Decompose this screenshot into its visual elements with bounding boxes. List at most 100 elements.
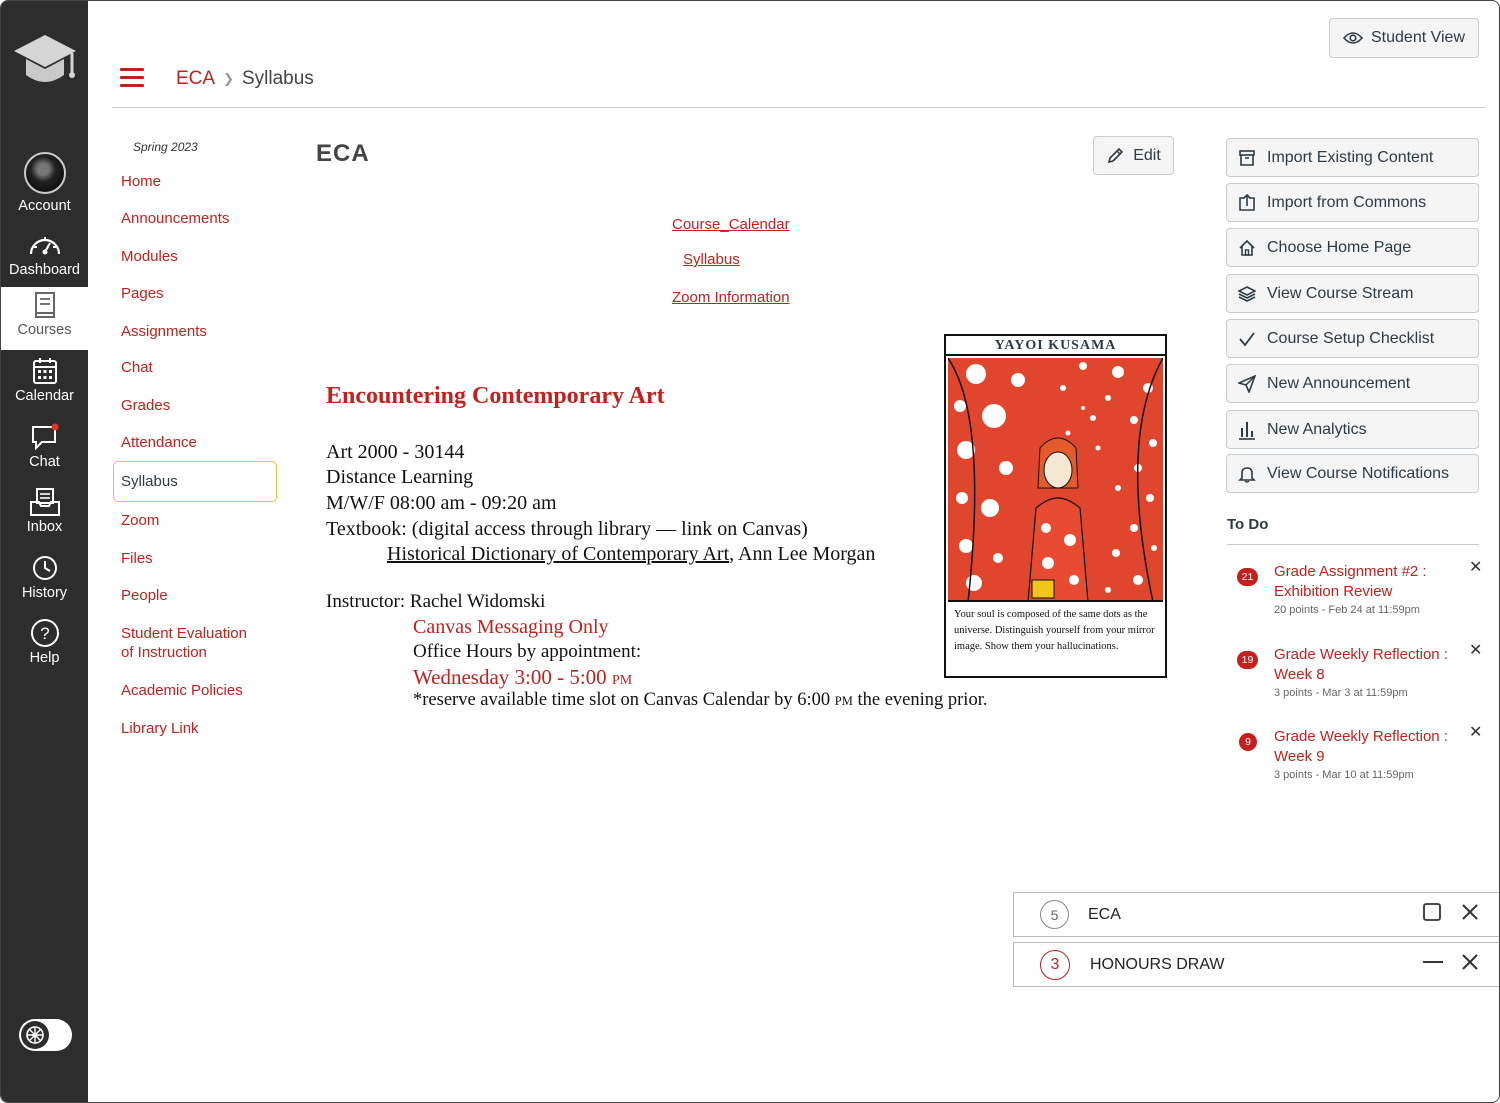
kusama-poster-image: YAYOI KUSAMA Your soul is composed of th… — [944, 334, 1167, 678]
nav-chat[interactable]: Chat — [1, 423, 88, 487]
nav-calendar[interactable]: Calendar — [1, 357, 88, 421]
page-title: ECA — [316, 140, 370, 167]
course-nav-announcements[interactable]: Announcements — [121, 209, 229, 228]
stream-icon — [1227, 285, 1267, 303]
todo-dismiss-close-icon[interactable]: ✕ — [1469, 557, 1482, 577]
breadcrumb: ECA ❯ Syllabus — [176, 68, 314, 90]
course-nav-assignments[interactable]: Assignments — [121, 322, 207, 341]
floating-panel-eca[interactable]: 5 ECA — [1013, 892, 1499, 937]
view-course-stream-button[interactable]: View Course Stream — [1226, 274, 1479, 313]
bell-icon — [1227, 465, 1267, 483]
course-nav-library-link[interactable]: Library Link — [121, 719, 199, 738]
todo-heading: To Do — [1227, 516, 1269, 533]
course-nav-grades[interactable]: Grades — [121, 396, 170, 415]
course-nav-zoom[interactable]: Zoom — [121, 511, 159, 530]
todo-title-link[interactable]: Grade Weekly Reflection : Week 8 — [1274, 645, 1464, 685]
send-icon — [1227, 374, 1267, 393]
course-nav-student-evaluation[interactable]: Student Evaluation of Instruction — [121, 624, 261, 662]
maximize-icon[interactable] — [1422, 902, 1442, 927]
course-nav-pages[interactable]: Pages — [121, 284, 164, 303]
todo-count-badge: 9 — [1239, 733, 1257, 751]
reserve-note-pm: PM — [834, 694, 853, 708]
zoom-information-link[interactable]: Zoom Information — [672, 289, 790, 306]
minimize-icon[interactable] — [1422, 952, 1444, 977]
textbook-title: Historical Dictionary of Contemporary Ar… — [387, 543, 730, 565]
todo-item: 9 Grade Weekly Reflection : Week 9 3 poi… — [1237, 724, 1487, 787]
student-view-button[interactable]: Student View — [1329, 18, 1479, 58]
course-calendar-link[interactable]: Course_Calendar — [672, 216, 790, 233]
nav-courses[interactable]: Courses — [1, 287, 88, 350]
calendar-icon — [31, 357, 59, 385]
office-time: Wednesday 3:00 - 5:00 PM — [413, 665, 632, 690]
nav-account[interactable]: Account — [1, 151, 88, 221]
new-announcement-button[interactable]: New Announcement — [1226, 364, 1479, 403]
view-course-stream-label: View Course Stream — [1267, 284, 1414, 302]
course-nav-home[interactable]: Home — [121, 172, 161, 191]
nav-dashboard-label: Dashboard — [9, 262, 80, 278]
course-setup-checklist-label: Course Setup Checklist — [1267, 329, 1435, 347]
import-existing-content-button[interactable]: Import Existing Content — [1226, 138, 1479, 177]
course-setup-checklist-button[interactable]: Course Setup Checklist — [1226, 319, 1479, 358]
poster-illustration — [948, 358, 1163, 602]
todo-divider — [1227, 544, 1479, 545]
todo-dismiss-close-icon[interactable]: ✕ — [1469, 640, 1482, 660]
panel-title: HONOURS DRAW — [1090, 955, 1225, 973]
nav-help[interactable]: ? Help — [1, 619, 88, 683]
edit-label: Edit — [1133, 146, 1161, 164]
course-nav-modules[interactable]: Modules — [121, 247, 178, 266]
todo-count-badge: 21 — [1237, 568, 1258, 586]
courses-icon — [32, 291, 58, 319]
nav-inbox[interactable]: Inbox — [1, 488, 88, 552]
view-course-notifications-button[interactable]: View Course Notifications — [1226, 454, 1479, 493]
new-analytics-button[interactable]: New Analytics — [1226, 410, 1479, 449]
course-nav-files[interactable]: Files — [121, 549, 153, 568]
course-nav-academic-policies[interactable]: Academic Policies — [121, 681, 243, 700]
new-analytics-label: New Analytics — [1267, 420, 1367, 438]
choose-home-page-label: Choose Home Page — [1267, 238, 1412, 256]
todo-item: 19 Grade Weekly Reflection : Week 8 3 po… — [1237, 642, 1487, 705]
todo-item: 21 Grade Assignment #2 : Exhibition Revi… — [1237, 559, 1487, 622]
help-icon: ? — [30, 619, 60, 647]
poster-title: YAYOI KUSAMA — [946, 336, 1165, 356]
nav-dashboard[interactable]: Dashboard — [1, 231, 88, 295]
breadcrumb-current-page: Syllabus — [241, 68, 314, 89]
todo-title-link[interactable]: Grade Assignment #2 : Exhibition Review — [1274, 562, 1464, 602]
instructor: Instructor: Rachel Widomski — [326, 591, 546, 612]
floating-panel-honours-draw[interactable]: 3 HONOURS DRAW — [1013, 942, 1499, 987]
course-nav-people[interactable]: People — [121, 586, 168, 605]
breadcrumb-separator-icon: ❯ — [223, 71, 234, 86]
header-divider — [112, 107, 1485, 108]
nav-inbox-label: Inbox — [26, 519, 63, 535]
messaging-note: Canvas Messaging Only — [413, 616, 609, 638]
syllabus-link[interactable]: Syllabus — [683, 251, 740, 268]
todo-dismiss-close-icon[interactable]: ✕ — [1469, 722, 1482, 742]
todo-title-link[interactable]: Grade Weekly Reflection : Week 9 — [1274, 727, 1464, 767]
choose-home-page-button[interactable]: Choose Home Page — [1226, 228, 1479, 267]
office-time-pm: PM — [611, 673, 633, 688]
student-view-label: Student View — [1371, 29, 1465, 46]
inbox-icon — [29, 488, 61, 516]
panel-title: ECA — [1088, 905, 1121, 923]
import-existing-content-label: Import Existing Content — [1267, 148, 1434, 166]
poster-caption: Your soul is composed of the same dots a… — [954, 609, 1155, 652]
chat-icon — [30, 423, 60, 451]
canvas-logo-icon[interactable] — [1, 29, 88, 99]
close-icon[interactable] — [1460, 902, 1480, 927]
dashboard-icon — [28, 231, 62, 259]
nav-history-label: History — [21, 585, 68, 601]
course-menu-toggle[interactable] — [120, 68, 144, 88]
breadcrumb-course-link[interactable]: ECA — [176, 68, 215, 90]
textbook-intro: Textbook: (digital access through librar… — [326, 518, 808, 540]
import-from-commons-button[interactable]: Import from Commons — [1226, 183, 1479, 222]
nav-history[interactable]: History — [1, 554, 88, 618]
edit-button[interactable]: Edit — [1093, 136, 1174, 175]
reserve-note-a: *reserve available time slot on Canvas C… — [413, 690, 835, 710]
course-nav-chat[interactable]: Chat — [121, 358, 153, 377]
nav-collapse-toggle[interactable] — [19, 1019, 72, 1051]
todo-meta: 3 points - Mar 10 at 11:59pm — [1274, 769, 1414, 781]
nav-account-label: Account — [18, 198, 71, 214]
course-nav-syllabus[interactable]: Syllabus — [113, 461, 277, 502]
app-window: Account Dashboard Courses Calendar Chat — [0, 0, 1500, 1103]
close-icon[interactable] — [1460, 952, 1480, 977]
course-nav-attendance[interactable]: Attendance — [121, 433, 197, 452]
